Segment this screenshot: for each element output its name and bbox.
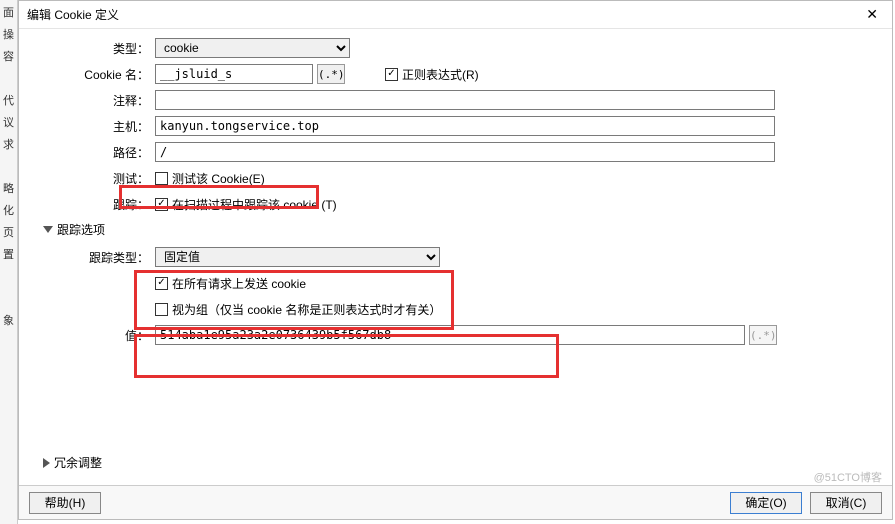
section-label: 冗余调整	[54, 454, 102, 471]
background-sidebar: 面操容 代议求 略化页置 象	[0, 0, 18, 524]
label-type: 类型：	[27, 40, 155, 57]
dialog-content: 类型： cookie Cookie 名： (.*) 正则表达式(R) 注释： 主…	[19, 29, 892, 485]
label-track-type: 跟踪类型：	[27, 249, 155, 266]
group-checkbox[interactable]	[155, 303, 168, 316]
section-track-options[interactable]: 跟踪选项	[43, 221, 882, 238]
value-regex-button: (.*)	[749, 325, 777, 345]
path-input[interactable]	[155, 142, 775, 162]
label-test: 测试：	[27, 170, 155, 187]
label-track: 跟踪：	[27, 196, 155, 213]
label-cookie-name: Cookie 名：	[27, 66, 155, 83]
regex-picker-button[interactable]: (.*)	[317, 64, 345, 84]
test-checkbox-label: 测试该 Cookie(E)	[172, 170, 265, 187]
dialog-footer: 帮助(H) 确定(O) 取消(C)	[19, 485, 892, 519]
value-input[interactable]	[155, 325, 745, 345]
cancel-button[interactable]: 取消(C)	[810, 492, 882, 514]
help-button[interactable]: 帮助(H)	[29, 492, 101, 514]
label-host: 主机：	[27, 118, 155, 135]
label-comment: 注释：	[27, 92, 155, 109]
type-select[interactable]: cookie	[155, 38, 350, 58]
dialog-edit-cookie: 编辑 Cookie 定义 ✕ 类型： cookie Cookie 名： (.*)…	[18, 0, 893, 520]
ok-button[interactable]: 确定(O)	[730, 492, 802, 514]
dialog-title: 编辑 Cookie 定义	[27, 6, 119, 23]
regex-checkbox[interactable]	[385, 68, 398, 81]
titlebar: 编辑 Cookie 定义 ✕	[19, 1, 892, 29]
label-path: 路径：	[27, 144, 155, 161]
cookie-name-input[interactable]	[155, 64, 313, 84]
section-redundancy[interactable]: 冗余调整	[43, 454, 102, 471]
chevron-right-icon	[43, 458, 50, 468]
track-checkbox-label: 在扫描过程中跟踪该 cookie (T)	[172, 196, 337, 213]
chevron-down-icon	[43, 226, 53, 233]
regex-checkbox-label: 正则表达式(R)	[402, 66, 479, 83]
track-checkbox[interactable]	[155, 198, 168, 211]
track-type-select[interactable]: 固定值	[155, 247, 440, 267]
host-input[interactable]	[155, 116, 775, 136]
group-label: 视为组（仅当 cookie 名称是正则表达式时才有关）	[172, 301, 441, 318]
label-value: 值：	[27, 327, 155, 344]
comment-input[interactable]	[155, 90, 775, 110]
send-all-checkbox[interactable]	[155, 277, 168, 290]
close-icon[interactable]: ✕	[860, 4, 884, 25]
test-checkbox[interactable]	[155, 172, 168, 185]
section-label: 跟踪选项	[57, 221, 105, 238]
send-all-label: 在所有请求上发送 cookie	[172, 275, 306, 292]
